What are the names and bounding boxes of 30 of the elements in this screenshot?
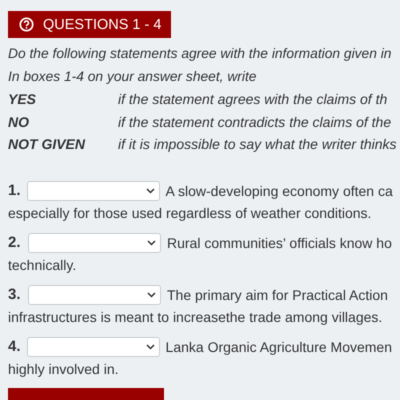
question-text: especially for those used regardless of weather conditions. [8, 204, 372, 223]
instruction-text: In boxes 1-4 on your answer sheet, write [8, 68, 258, 86]
question-text: A slow-developing economy often ca [166, 182, 393, 198]
answer-meaning: if it is impossible to say what the writer thinks [118, 135, 397, 154]
answer-dropdown[interactable] [26, 336, 160, 356]
question-text: Rural communities’ officials know ho [167, 234, 392, 250]
section-title: QUESTIONS 1 - 4 [43, 16, 162, 32]
chevron-icon [147, 292, 156, 298]
chevron-icon [146, 344, 155, 350]
question-number: 2. [8, 234, 22, 251]
question-text: highly involved in. [8, 360, 120, 379]
question-number: 3. [8, 286, 22, 303]
question-text: The primary aim for Practical Action [167, 286, 388, 302]
answer-label: NOT GIVEN [8, 135, 86, 154]
question-number: 1. [8, 182, 21, 199]
question-number: 4. [8, 338, 21, 355]
question-text: technically. [8, 256, 78, 275]
question-text: infrastructures is meant to increasethe trade among villages. [8, 308, 384, 327]
chevron-icon [147, 240, 156, 246]
question-text: Lanka Organic Agriculture Movemen [166, 338, 392, 354]
answer-dropdown[interactable] [26, 180, 160, 200]
question-icon [19, 17, 34, 32]
answer-dropdown[interactable] [28, 284, 161, 304]
instruction-text: Do the following statements agree with the information given in [8, 45, 392, 63]
chevron-icon [146, 188, 155, 194]
answer-meaning: if the statement agrees with the claims of th [118, 90, 388, 109]
answer-label: YES [8, 90, 38, 109]
answer-meaning: if the statement contradicts the claims of the [118, 112, 392, 132]
answer-label: NO [8, 112, 30, 132]
answer-dropdown[interactable] [28, 232, 161, 252]
